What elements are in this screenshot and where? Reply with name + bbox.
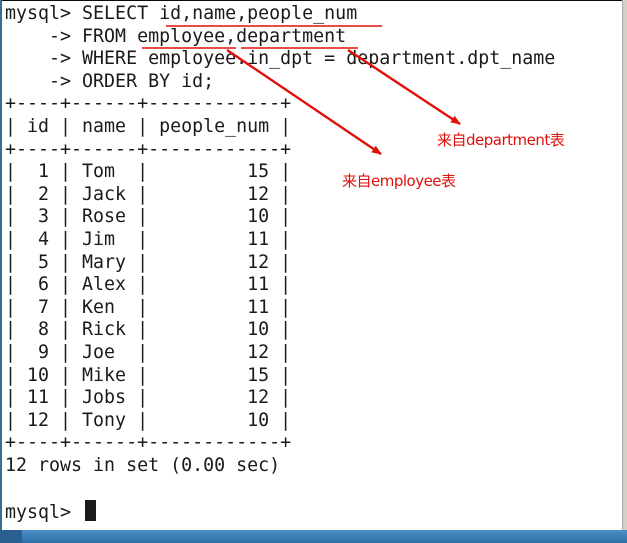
arrow-department xyxy=(347,48,461,126)
taskbar-start-segment[interactable] xyxy=(0,530,22,543)
employee-source-label: 来自employee表 xyxy=(342,172,456,190)
taskbar xyxy=(0,530,627,543)
department-source-label: 来自department表 xyxy=(437,131,565,149)
annotation-overlay xyxy=(142,25,461,155)
arrow-employee xyxy=(226,49,382,155)
